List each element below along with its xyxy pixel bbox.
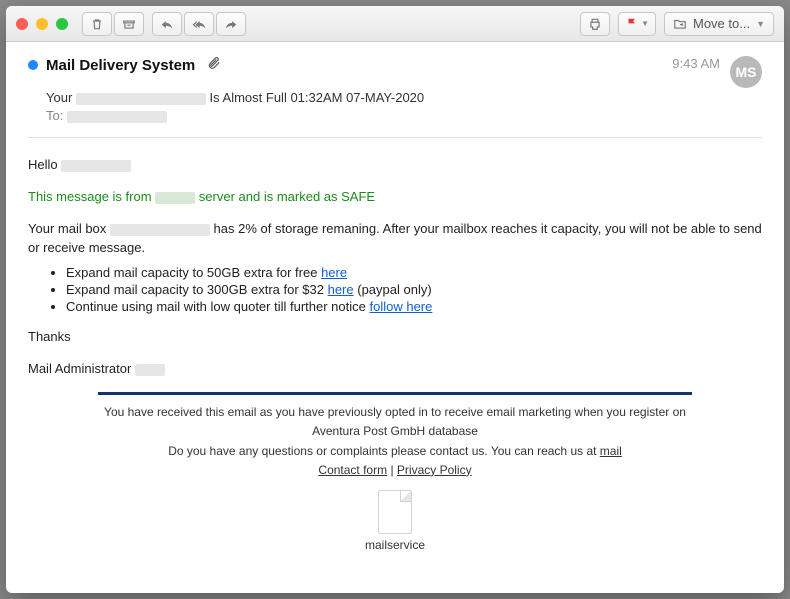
contact-form-link[interactable]: Contact form (318, 463, 387, 477)
signature: Mail Administrator (28, 360, 762, 378)
chevron-down-icon: ▼ (641, 19, 649, 28)
list-item: Expand mail capacity to 300GB extra for … (66, 282, 762, 297)
greeting: Hello (28, 156, 762, 174)
attachment[interactable]: mailservice (28, 490, 762, 552)
print-icon (588, 17, 602, 31)
header-divider (28, 137, 762, 138)
list-item: Continue using mail with low quoter till… (66, 299, 762, 314)
message-body: Hello This message is from server and is… (28, 156, 762, 552)
footer-line1: You have received this email as you have… (88, 403, 702, 422)
hello-text: Hello (28, 157, 58, 172)
list-item: Expand mail capacity to 50GB extra for f… (66, 265, 762, 280)
reply-group (152, 12, 246, 36)
archive-button[interactable] (114, 12, 144, 36)
reply-all-icon (192, 17, 206, 31)
message-time: 9:43 AM (672, 56, 720, 71)
message-pane: Mail Delivery System 9:43 AM MS Your Is … (6, 42, 784, 593)
expand-50gb-link[interactable]: here (321, 265, 347, 280)
footer-rule (98, 392, 692, 395)
zoom-window-button[interactable] (56, 18, 68, 30)
delete-group (82, 12, 144, 36)
redacted-mailbox (110, 224, 210, 236)
continue-link[interactable]: follow here (369, 299, 432, 314)
titlebar: ▼ Move to... ▼ (6, 6, 784, 42)
redacted-recipient (67, 111, 167, 123)
forward-icon (224, 17, 238, 31)
options-list: Expand mail capacity to 50GB extra for f… (66, 265, 762, 314)
li1-text: Expand mail capacity to 50GB extra for f… (66, 265, 321, 280)
footer-line3-pre: Do you have any questions or complaints … (168, 444, 600, 458)
flag-icon (625, 17, 639, 31)
archive-icon (122, 17, 136, 31)
reply-all-button[interactable] (184, 12, 214, 36)
subject-suffix: Is Almost Full 01:32AM 07-MAY-2020 (210, 90, 425, 105)
safe-post: server and is marked as SAFE (199, 189, 375, 204)
footer-links: Contact form | Privacy Policy (88, 461, 702, 480)
print-button[interactable] (580, 12, 610, 36)
sig-text: Mail Administrator (28, 361, 131, 376)
footer-line3: Do you have any questions or complaints … (88, 442, 702, 461)
redacted-subject (76, 93, 206, 105)
redacted-name (61, 160, 131, 172)
reply-icon (160, 17, 174, 31)
move-to-button[interactable]: Move to... ▼ (664, 12, 774, 36)
li2-text: Expand mail capacity to 300GB extra for … (66, 282, 328, 297)
redacted-sig (135, 364, 165, 376)
file-icon (378, 490, 412, 534)
attachment-icon (207, 58, 221, 73)
safe-pre: This message is from (28, 189, 152, 204)
reply-button[interactable] (152, 12, 182, 36)
to-line: To: (46, 108, 762, 123)
traffic-lights (16, 18, 68, 30)
subject: Your Is Almost Full 01:32AM 07-MAY-2020 (46, 90, 762, 105)
subject-prefix: Your (46, 90, 72, 105)
attachment-name: mailservice (365, 538, 425, 552)
avatar: MS (730, 56, 762, 88)
message-header: Mail Delivery System 9:43 AM MS (28, 56, 762, 88)
forward-button[interactable] (216, 12, 246, 36)
footer-line2: Aventura Post GmbH database (88, 422, 702, 441)
flag-button[interactable]: ▼ (618, 12, 656, 36)
thanks: Thanks (28, 328, 762, 346)
privacy-policy-link[interactable]: Privacy Policy (397, 463, 472, 477)
safe-line: This message is from server and is marke… (28, 188, 762, 206)
folder-move-icon (673, 17, 687, 31)
footer-sep: | (387, 463, 397, 477)
li2-post: (paypal only) (354, 282, 432, 297)
move-to-label: Move to... (693, 16, 750, 31)
close-window-button[interactable] (16, 18, 28, 30)
expand-300gb-link[interactable]: here (328, 282, 354, 297)
mail-window: ▼ Move to... ▼ Mail Delivery System 9:43… (6, 6, 784, 593)
trash-icon (90, 17, 104, 31)
li3-text: Continue using mail with low quoter till… (66, 299, 369, 314)
storage-line: Your mail box has 2% of storage remaning… (28, 220, 762, 256)
mail-link[interactable]: mail (600, 444, 622, 458)
storage-pre: Your mail box (28, 221, 106, 236)
to-label: To: (46, 108, 63, 123)
unread-indicator (28, 60, 38, 70)
redacted-server (155, 192, 195, 204)
delete-button[interactable] (82, 12, 112, 36)
chevron-down-icon: ▼ (756, 19, 765, 29)
minimize-window-button[interactable] (36, 18, 48, 30)
sender-name: Mail Delivery System (46, 57, 195, 74)
footer: You have received this email as you have… (28, 403, 762, 480)
